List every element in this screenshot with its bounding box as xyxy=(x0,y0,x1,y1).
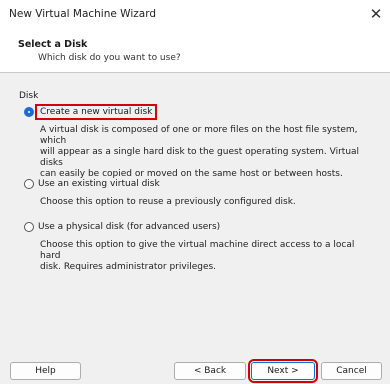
radio-unselected-icon[interactable] xyxy=(24,179,34,189)
window-title: New Virtual Machine Wizard xyxy=(9,8,156,20)
page-title: Select a Disk xyxy=(18,39,88,50)
back-button[interactable]: < Back xyxy=(174,362,246,380)
description-line: Choose this option to reuse a previously… xyxy=(40,197,296,207)
next-button[interactable]: Next > xyxy=(248,359,318,383)
disk-section-label: Disk xyxy=(19,91,39,101)
close-icon[interactable]: ✕ xyxy=(364,4,388,24)
option-use-physical-disk[interactable]: Use a physical disk (for advanced users) xyxy=(24,222,220,232)
description-line: will appear as a single hard disk to the… xyxy=(40,147,360,168)
description-line: disk. Requires administrator privileges. xyxy=(40,262,217,272)
option-label: Create a new virtual disk xyxy=(34,104,158,120)
radio-unselected-icon[interactable] xyxy=(24,222,34,232)
wizard-window: New Virtual Machine Wizard ✕ Select a Di… xyxy=(0,0,390,384)
option-use-existing-disk[interactable]: Use an existing virtual disk xyxy=(24,179,160,189)
cancel-button[interactable]: Cancel xyxy=(321,362,382,380)
page-subtitle: Which disk do you want to use? xyxy=(38,53,181,63)
title-bar: New Virtual Machine Wizard ✕ xyxy=(0,0,390,26)
help-button[interactable]: Help xyxy=(10,362,81,380)
wizard-header: Select a Disk Which disk do you want to … xyxy=(0,26,390,73)
description-line: Choose this option to give the virtual m… xyxy=(40,240,355,261)
option-description: Choose this option to reuse a previously… xyxy=(40,197,376,208)
radio-selected-icon[interactable] xyxy=(24,107,34,117)
description-line: A virtual disk is composed of one or mor… xyxy=(40,125,358,146)
option-description: Choose this option to give the virtual m… xyxy=(40,240,376,273)
option-label: Use a physical disk (for advanced users) xyxy=(38,222,221,232)
option-create-new-disk[interactable]: Create a new virtual disk xyxy=(24,104,158,120)
option-label: Use an existing virtual disk xyxy=(38,179,160,189)
option-description: A virtual disk is composed of one or mor… xyxy=(40,125,376,180)
